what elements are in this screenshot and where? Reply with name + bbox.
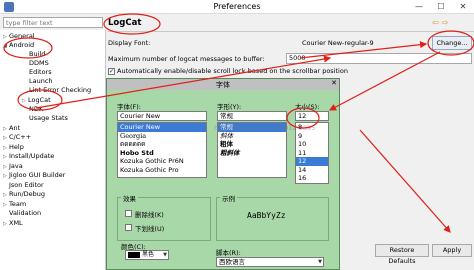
tree-item-install-update[interactable]: ▷ Install/Update	[3, 152, 54, 161]
max-messages-input[interactable]: 5000	[286, 53, 472, 64]
list-item[interactable]: 粗体	[218, 140, 286, 149]
script-select[interactable]: 西欧语言 ▼	[216, 257, 324, 267]
window-title: Preferences	[213, 2, 261, 11]
tree-item-usage-stats[interactable]: Usage Stats	[29, 114, 68, 123]
annotation-arrow-4	[359, 129, 451, 233]
underline-checkbox[interactable]	[125, 224, 132, 231]
effects-label: 效果	[121, 193, 138, 203]
tree-item-android[interactable]: ◢ Android	[3, 41, 34, 50]
tree-item-java[interactable]: ▷ Java	[3, 162, 23, 171]
list-item[interactable]: 斜体	[218, 132, 286, 141]
minimize-button[interactable]: —	[408, 0, 430, 14]
tree-item-ant[interactable]: ▷ Ant	[3, 124, 20, 133]
tree-item-build[interactable]: Build	[29, 50, 45, 59]
filter-input[interactable]	[3, 17, 103, 28]
back-arrow-icon[interactable]: ⇦	[432, 18, 442, 27]
script-label: 脚本(R):	[216, 249, 241, 257]
tree-item-validation[interactable]: Validation	[9, 209, 41, 218]
display-font-value: Courier New-regular-9	[302, 39, 374, 47]
history-nav: ⇦⇨	[432, 18, 451, 27]
list-item[interactable]: 9	[296, 132, 328, 141]
tree-item-xml[interactable]: ▷ XML	[3, 219, 23, 228]
tree-item-ndk[interactable]: NDK	[29, 105, 43, 114]
tree-item-cpp[interactable]: ▷ C/C++	[3, 133, 31, 142]
list-item[interactable]: Georgia	[118, 132, 206, 141]
strikeout-checkbox[interactable]	[125, 210, 132, 217]
dialog-title-bar: 字体 ✕	[107, 79, 339, 90]
color-select[interactable]: 黑色 ▼	[125, 250, 169, 260]
title-separator	[108, 31, 474, 32]
underline-label: 下划线(U)	[135, 225, 165, 233]
chevron-down-icon: ▼	[163, 252, 167, 258]
list-item[interactable]: 12	[296, 157, 328, 166]
strikeout-label: 删除线(K)	[135, 211, 164, 219]
restore-defaults-button[interactable]: Restore Defaults	[375, 244, 429, 265]
watermark: http://blog.csdn.net/6012 9895	[214, 124, 316, 132]
tree-item-general[interactable]: ▷ General	[3, 32, 35, 41]
font-dialog: 字体 ✕ 字体(F): Courier New Courier New Geor…	[106, 78, 340, 270]
chevron-down-icon: ▼	[318, 259, 322, 265]
list-item[interactable]: ดดดดดด	[118, 140, 206, 149]
sample-label: 示例	[220, 193, 237, 203]
tree-item-json-editor[interactable]: Json Editor	[9, 181, 44, 190]
maximize-button[interactable]: ☐	[430, 0, 452, 14]
apply-button[interactable]: Apply	[432, 244, 472, 257]
size-label: 大小(S):	[295, 103, 320, 111]
font-list[interactable]: Courier New Georgia ดดดดดด Hobo Std Kozu…	[117, 122, 207, 178]
close-button[interactable]: ✕	[452, 0, 474, 14]
change-font-button[interactable]: Change...	[432, 36, 472, 50]
forward-arrow-icon[interactable]: ⇨	[442, 18, 452, 27]
tree-item-lint-error-checking[interactable]: Lint Error Checking	[29, 86, 91, 95]
list-item[interactable]: 14	[296, 166, 328, 175]
tree-item-team[interactable]: ▷ Team	[3, 200, 26, 209]
tree-item-logcat[interactable]: ▷ LogCat	[22, 96, 51, 105]
tree-item-jigloo-gui-builder[interactable]: ▷ Jigloo GUI Builder	[3, 171, 65, 180]
title-bar: Preferences — ☐ ✕	[0, 0, 474, 14]
dialog-close-icon[interactable]: ✕	[331, 79, 337, 87]
list-item[interactable]: Kozuka Gothic Pr6N	[118, 157, 206, 166]
tree-item-help[interactable]: ▷ Help	[3, 143, 24, 152]
tree-item-ddms[interactable]: DDMS	[29, 59, 49, 68]
font-size-input[interactable]: 12	[295, 111, 329, 121]
list-item[interactable]: 16	[296, 174, 328, 183]
tree-item-editors[interactable]: Editors	[29, 68, 52, 77]
style-label: 字形(Y):	[217, 103, 242, 111]
list-item[interactable]: 10	[296, 140, 328, 149]
max-messages-label: Maximum number of logcat messages to buf…	[108, 55, 265, 63]
effects-group	[117, 197, 211, 241]
font-label: 字体(F):	[117, 103, 142, 111]
sample-text: AaBbYyZz	[247, 211, 286, 220]
font-name-input[interactable]: Courier New	[117, 111, 207, 121]
display-font-label: Display Font:	[108, 39, 151, 47]
tree-item-run-debug[interactable]: ▷ Run/Debug	[3, 190, 45, 199]
autoscroll-checkbox[interactable]: ✓	[108, 68, 115, 75]
list-item[interactable]: 11	[296, 149, 328, 158]
autoscroll-label: Automatically enable/disable scroll lock…	[117, 67, 348, 75]
list-item[interactable]: Hobo Std	[118, 149, 206, 158]
tree-item-launch[interactable]: Launch	[29, 77, 53, 86]
dialog-title: 字体	[216, 81, 230, 89]
list-item[interactable]: Kozuka Gothic Pro	[118, 166, 206, 175]
preferences-tree: ▷ General ◢ Android Build DDMS Editors Lau…	[0, 30, 106, 270]
color-swatch	[128, 252, 140, 258]
font-style-input[interactable]: 常规	[217, 111, 287, 121]
list-item[interactable]: Courier New	[118, 123, 206, 132]
list-item[interactable]: 粗斜体	[218, 149, 286, 158]
page-title: LogCat	[108, 18, 142, 28]
